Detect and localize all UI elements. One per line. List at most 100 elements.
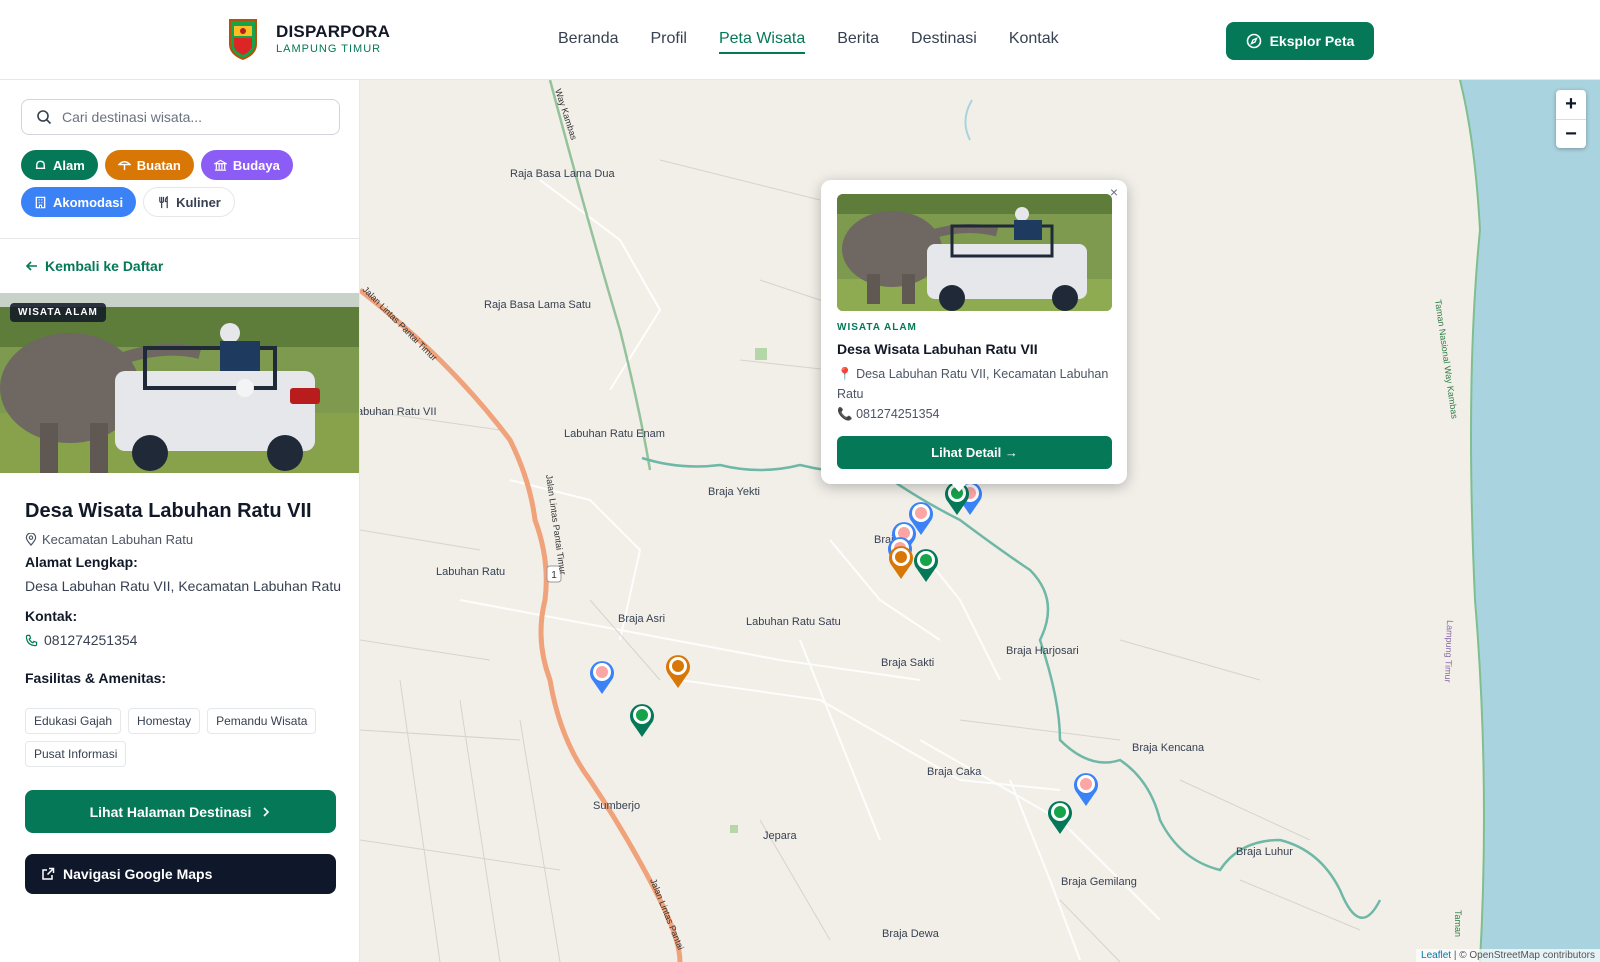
district-label: Kecamatan Labuhan Ratu — [42, 532, 194, 547]
back-to-list-link[interactable]: Kembali ke Daftar — [25, 258, 163, 274]
destination-photo: WISATA ALAM — [0, 293, 359, 473]
bell-icon — [35, 160, 46, 169]
facility-tag: Pusat Informasi — [25, 741, 127, 767]
road-label: Jalan Lintas Pantai Timur — [544, 474, 568, 575]
filter-akomodasi[interactable]: Akomodasi — [21, 187, 137, 217]
marker-popup: × WISATA ALAM Desa Wisata Labuhan Ratu V… — [821, 180, 1127, 484]
back-label: Kembali ke Daftar — [45, 258, 164, 274]
zoom-in-button[interactable]: + — [1556, 90, 1586, 119]
filter-alam[interactable]: Alam — [21, 150, 98, 180]
place-label: Braja Gemilang — [1061, 876, 1137, 888]
osm-attribution: | © OpenStreetMap contributors — [1451, 950, 1595, 961]
category-badge: WISATA ALAM — [10, 303, 106, 322]
nav-beranda[interactable]: Beranda — [558, 30, 619, 54]
road-label: Taman — [1453, 910, 1463, 937]
tourism-map[interactable]: 1 Way Kambas Jalan Lintas Pantai Timur J… — [360, 80, 1600, 962]
filter-buatan-label: Buatan — [136, 157, 181, 173]
place-label: Braja Harjosari — [1006, 645, 1079, 657]
place-label: Braja Yekti — [708, 486, 760, 498]
view-destination-page-button[interactable]: Lihat Halaman Destinasi — [25, 790, 336, 833]
museum-icon — [213, 159, 227, 171]
nav-peta-wisata[interactable]: Peta Wisata — [718, 30, 806, 54]
compass-icon — [1246, 33, 1261, 49]
address-value: Desa Labuhan Ratu VII, Kecamatan Labuhan… — [25, 578, 341, 594]
pin-icon: 📍 — [837, 367, 853, 381]
facility-tag: Edukasi Gajah — [25, 708, 122, 734]
zoom-out-button[interactable]: − — [1556, 119, 1586, 148]
filter-kuliner[interactable]: Kuliner — [143, 187, 235, 217]
nav-berita[interactable]: Berita — [837, 30, 879, 54]
filter-alam-label: Alam — [53, 157, 85, 173]
map-marker-akomodasi[interactable] — [588, 659, 616, 695]
brand-subtitle: LAMPUNG TIMUR — [276, 43, 382, 55]
place-label: Raja Basa Lama Satu — [484, 299, 592, 311]
view-destination-label: Lihat Halaman Destinasi — [89, 803, 252, 820]
leaflet-link[interactable]: Leaflet — [1421, 950, 1451, 961]
search-box[interactable] — [21, 99, 340, 135]
filter-budaya[interactable]: Budaya — [200, 150, 293, 180]
place-label: Braja Dewa — [882, 928, 939, 940]
map-attribution: Leaflet | © OpenStreetMap contributors — [1416, 949, 1600, 962]
nav-destinasi[interactable]: Destinasi — [911, 30, 977, 54]
top-navbar: DISPARPORA LAMPUNG TIMUR Beranda Profil … — [0, 0, 1600, 80]
address-label: Alamat Lengkap: — [25, 554, 138, 570]
route-badge: 1 — [551, 570, 557, 581]
place-label: abuhan Ratu VII — [360, 406, 437, 418]
place-label: Braja Luhur — [1236, 846, 1293, 858]
zoom-control: + − — [1556, 90, 1586, 148]
popup-photo — [837, 194, 1112, 311]
lampung-timur-logo[interactable] — [228, 18, 258, 60]
map-marker-alam[interactable] — [1046, 799, 1074, 835]
nav-profil[interactable]: Profil — [651, 30, 687, 54]
map-pin-icon — [25, 533, 37, 546]
popup-phone-text: 081274251354 — [856, 407, 940, 421]
road-label: Jalan Lintas Pantai — [648, 877, 686, 951]
contact-phone[interactable]: 081274251354 — [25, 632, 137, 648]
sidebar-divider — [0, 238, 359, 239]
brand-title[interactable]: DISPARPORA — [276, 22, 390, 42]
road-label: Way Kambas — [553, 88, 579, 142]
popup-address: 📍 Desa Labuhan Ratu VII, Kecamatan Labuh… — [837, 364, 1115, 404]
explore-map-button[interactable]: Eksplor Peta — [1226, 22, 1374, 60]
utensils-icon — [159, 195, 168, 208]
map-marker-alam[interactable] — [912, 547, 940, 583]
map-marker-buatan[interactable] — [887, 544, 915, 580]
facilities-label: Fasilitas & Amenitas: — [25, 670, 167, 686]
nav-kontak[interactable]: Kontak — [1009, 30, 1059, 54]
arrow-left-icon — [25, 261, 37, 271]
google-maps-navigation-button[interactable]: Navigasi Google Maps — [25, 854, 336, 894]
facility-tag: Pemandu Wisata — [207, 708, 317, 734]
popup-tip — [951, 483, 967, 492]
map-marker-akomodasi[interactable] — [1072, 771, 1100, 807]
popup-title: Desa Wisata Labuhan Ratu VII — [837, 341, 1038, 357]
facilities-list: Edukasi Gajah Homestay Pemandu Wisata Pu… — [25, 708, 345, 767]
road-label: Lampung Timur — [1443, 620, 1455, 683]
search-icon — [37, 110, 52, 125]
place-label: Labuhan Ratu Satu — [746, 616, 841, 628]
road-label: Taman Nasional Way Kambas — [1433, 299, 1460, 420]
main-nav: Beranda Profil Peta Wisata Berita Destin… — [558, 30, 1059, 54]
place-label: Jepara — [763, 830, 797, 842]
filter-buatan[interactable]: Buatan — [104, 150, 194, 180]
place-label: Braja Caka — [927, 766, 982, 778]
place-label: Labuhan Ratu — [436, 566, 506, 578]
place-label: Braja Asri — [618, 613, 666, 625]
google-maps-label: Navigasi Google Maps — [63, 866, 213, 882]
popup-address-text: Desa Labuhan Ratu VII, Kecamatan Labuhan… — [837, 367, 1109, 401]
place-label: Raja Basa Lama Dua — [510, 168, 615, 180]
map-marker-buatan[interactable] — [664, 653, 692, 689]
place-label: Labuhan Ratu Enam — [564, 428, 665, 440]
popup-category: WISATA ALAM — [837, 322, 917, 333]
popup-view-detail-button[interactable]: Lihat Detail → — [837, 436, 1112, 469]
road-label: Jalan Lintas Pantai Timur — [361, 284, 440, 363]
destination-district: Kecamatan Labuhan Ratu — [25, 532, 193, 547]
chevron-right-icon — [263, 806, 270, 817]
explore-map-label: Eksplor Peta — [1269, 33, 1355, 49]
facility-tag: Homestay — [128, 708, 201, 734]
filter-budaya-label: Budaya — [232, 157, 280, 173]
map-marker-alam[interactable] — [628, 702, 656, 738]
phone-icon: 📞 — [837, 407, 853, 421]
search-input[interactable] — [62, 109, 322, 125]
place-label: Braja Sakti — [881, 657, 935, 669]
category-filters: Alam Buatan Budaya Akomodasi Kuliner — [21, 150, 341, 217]
